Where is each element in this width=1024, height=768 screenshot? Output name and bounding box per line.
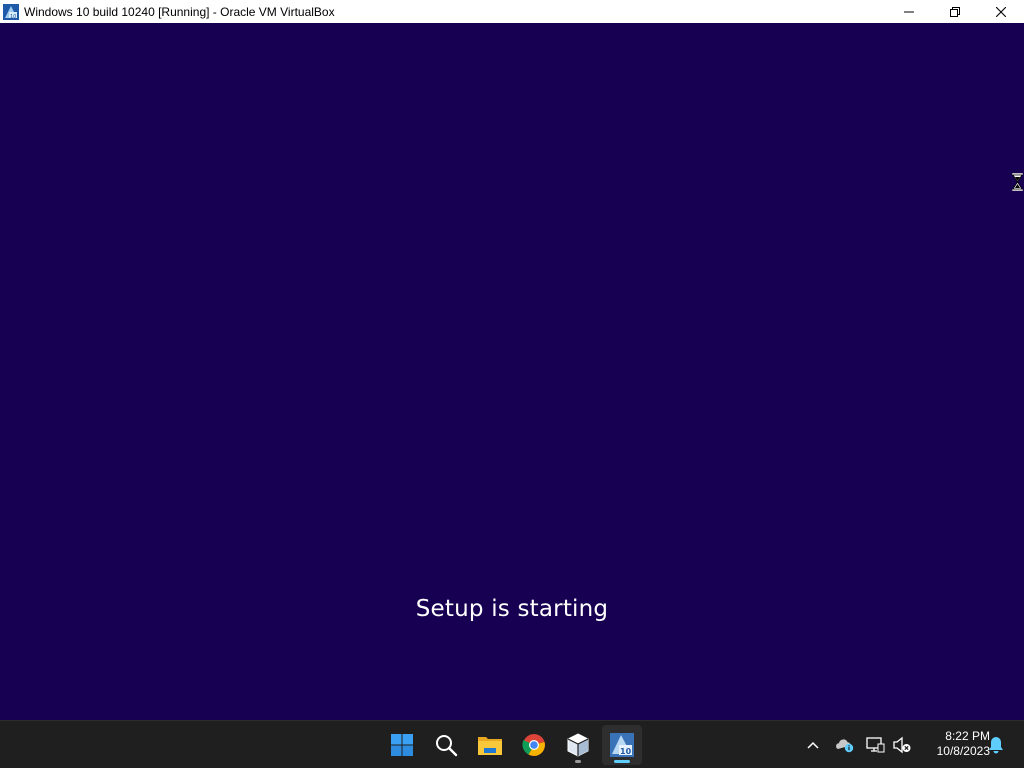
virtualbox-manager-button[interactable]	[558, 725, 598, 765]
search-icon	[436, 735, 458, 757]
window-controls	[886, 0, 1024, 23]
vm-display[interactable]: Setup is starting	[0, 23, 1024, 720]
minimize-icon	[904, 11, 914, 12]
virtualbox-vm-icon: 10	[610, 733, 634, 757]
file-explorer-button[interactable]	[470, 725, 510, 765]
svg-text:10: 10	[620, 747, 632, 756]
minimize-button[interactable]	[886, 0, 932, 23]
chrome-button[interactable]	[514, 725, 554, 765]
clock-button[interactable]: 8:22 PM 10/8/2023	[916, 729, 990, 759]
bell-icon	[989, 737, 1003, 754]
search-button[interactable]	[426, 725, 466, 765]
onedrive-tray-button[interactable]	[835, 735, 855, 755]
virtualbox-window: 10 Windows 10 build 10240 [Running] - Or…	[0, 0, 1024, 720]
volume-muted-icon	[893, 736, 911, 754]
restore-icon	[950, 6, 960, 17]
hourglass-cursor-icon	[1011, 172, 1024, 192]
clock-date: 10/8/2023	[936, 744, 990, 758]
title-bar[interactable]: 10 Windows 10 build 10240 [Running] - Or…	[0, 0, 1024, 23]
network-tray-button[interactable]	[866, 735, 886, 755]
clock-time: 8:22 PM	[945, 729, 990, 743]
network-monitor-icon	[866, 737, 885, 753]
show-hidden-icons-button[interactable]	[803, 735, 823, 755]
setup-status-text: Setup is starting	[415, 596, 609, 622]
running-indicator	[575, 760, 581, 763]
active-indicator	[614, 760, 630, 763]
window-title: Windows 10 build 10240 [Running] - Oracl…	[24, 4, 335, 19]
taskbar: 10 8:22 PM 10/8/2023	[0, 720, 1024, 768]
chevron-up-icon	[807, 741, 819, 749]
notifications-button[interactable]	[986, 735, 1006, 755]
folder-icon	[478, 737, 502, 755]
restore-button[interactable]	[932, 0, 978, 23]
virtualbox-app-icon[interactable]: 10	[3, 3, 19, 20]
chrome-icon	[522, 734, 545, 756]
virtualbox-vm-window-button[interactable]: 10	[602, 725, 642, 765]
cloud-info-icon	[836, 739, 854, 753]
windows-logo-icon	[391, 734, 413, 756]
close-button[interactable]	[978, 0, 1024, 23]
close-icon	[996, 6, 1006, 17]
start-button[interactable]	[382, 725, 422, 765]
virtualbox-icon	[567, 733, 589, 757]
svg-text:10: 10	[10, 14, 16, 20]
volume-tray-button[interactable]	[892, 735, 912, 755]
